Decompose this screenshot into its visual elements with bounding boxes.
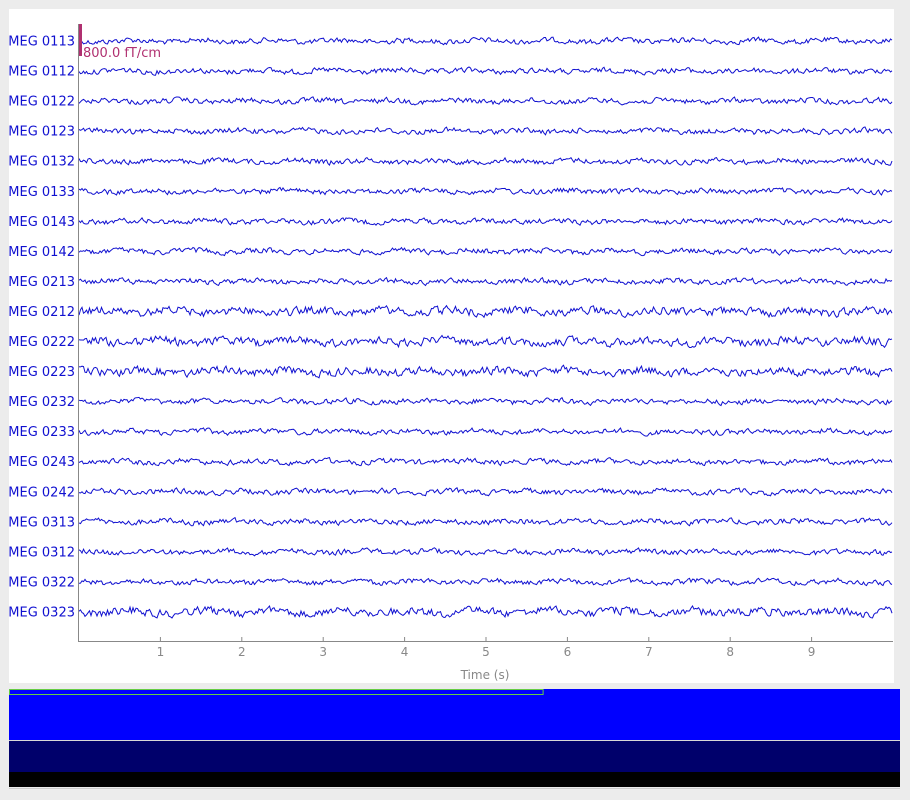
channel-label[interactable]: MEG 0322	[9, 575, 75, 590]
trace-canvas[interactable]: MEG 0113 MEG 0112 MEG 0122 MEG 0123 MEG 0132…	[9, 9, 894, 683]
time-tick-label: 3	[319, 645, 327, 659]
time-tick-label: 5	[482, 645, 490, 659]
overview-lower-band	[9, 741, 900, 772]
scale-bar	[79, 24, 82, 56]
channel-trace[interactable]	[78, 547, 893, 557]
channel-trace[interactable]	[78, 36, 893, 46]
overview-upper-band	[9, 689, 900, 740]
channel-label[interactable]: MEG 0232	[9, 395, 75, 410]
channel-label[interactable]: MEG 0133	[9, 185, 75, 200]
channel-trace[interactable]	[78, 487, 893, 497]
channel-trace[interactable]	[78, 246, 893, 257]
channel-label[interactable]: MEG 0222	[9, 335, 75, 350]
channel-trace[interactable]	[78, 516, 893, 527]
time-tick-label: 6	[564, 645, 572, 659]
channel-labels: MEG 0113 MEG 0112 MEG 0122 MEG 0123 MEG 0132…	[9, 35, 75, 621]
time-axis-label: Time (s)	[460, 668, 510, 682]
channel-label[interactable]: MEG 0113	[9, 35, 75, 50]
channel-trace[interactable]	[78, 276, 893, 287]
scale-bar-label: 800.0 fT/cm	[83, 46, 161, 61]
channel-label[interactable]: MEG 0323	[9, 606, 75, 621]
channel-label[interactable]: MEG 0213	[9, 275, 75, 290]
channel-trace[interactable]	[78, 396, 893, 407]
time-tick-label: 4	[401, 645, 409, 659]
channel-trace[interactable]	[78, 577, 893, 587]
channel-label[interactable]: MEG 0212	[9, 305, 75, 320]
channel-label[interactable]: MEG 0123	[9, 125, 75, 140]
raw-browser-plot[interactable]: MEG 0113 MEG 0112 MEG 0122 MEG 0123 MEG 0132…	[9, 9, 894, 683]
channel-label[interactable]: MEG 0242	[9, 485, 75, 500]
channel-trace[interactable]	[78, 66, 893, 76]
time-tick-label: 9	[808, 645, 816, 659]
channel-trace[interactable]	[78, 96, 893, 106]
channel-trace[interactable]	[78, 364, 893, 379]
channel-label[interactable]: MEG 0122	[9, 95, 75, 110]
channel-trace[interactable]	[78, 456, 893, 467]
time-tick-label: 8	[726, 645, 734, 659]
channel-label[interactable]: MEG 0143	[9, 215, 75, 230]
channel-trace[interactable]	[78, 334, 893, 349]
time-tick-label: 1	[157, 645, 165, 659]
channel-label[interactable]: MEG 0142	[9, 245, 75, 260]
channel-label[interactable]: MEG 0112	[9, 65, 75, 80]
channel-trace[interactable]	[78, 427, 893, 437]
time-tick-label: 7	[645, 645, 653, 659]
channel-traces[interactable]	[78, 36, 893, 619]
channel-trace[interactable]	[78, 604, 893, 619]
time-axis-ticks: 1 2 3 4 5 6 7 8 9	[157, 637, 816, 659]
channel-label[interactable]: MEG 0223	[9, 365, 75, 380]
channel-label[interactable]: MEG 0233	[9, 425, 75, 440]
time-tick-label: 2	[238, 645, 246, 659]
channel-trace[interactable]	[78, 217, 893, 226]
channel-trace[interactable]	[78, 156, 893, 167]
overview-bottom-band	[9, 772, 900, 787]
channel-label[interactable]: MEG 0243	[9, 455, 75, 470]
overview-bar[interactable]	[9, 689, 900, 792]
channel-label[interactable]: MEG 0132	[9, 155, 75, 170]
channel-trace[interactable]	[78, 186, 893, 196]
channel-label[interactable]: MEG 0313	[9, 515, 75, 530]
channel-label[interactable]: MEG 0312	[9, 545, 75, 560]
channel-trace[interactable]	[78, 126, 893, 136]
channel-trace[interactable]	[78, 304, 893, 319]
